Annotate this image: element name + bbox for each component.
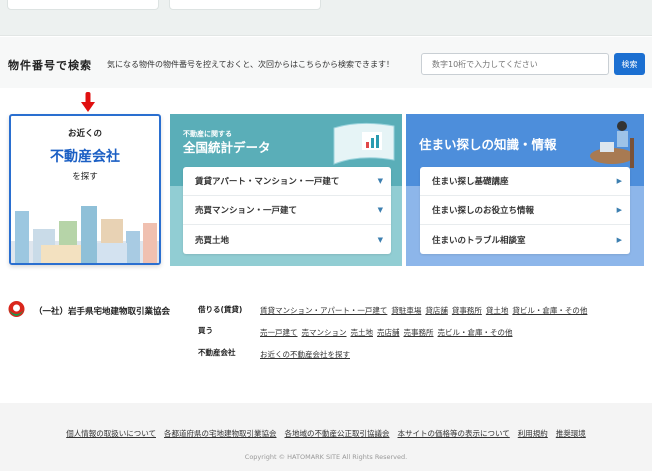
copyright: Copyright © HATOMARK SITE All Rights Res… (244, 453, 408, 461)
item-label: 売買土地 (195, 235, 230, 246)
stats-item-sale-land[interactable]: 売買土地 ▼ (183, 225, 391, 254)
knowledge-title: 住まい探しの知識・情報 (419, 137, 557, 152)
woman-at-desk-illustration (590, 121, 634, 168)
knowledge-list: 住まい探し基礎講座 ▶ 住まい探しのお役立ち情報 ▶ 住まいのトラブル相談室 ▶ (420, 167, 630, 254)
stats-item-sale-housing[interactable]: 売買マンション・一戸建て ▼ (183, 196, 391, 225)
link-buy-land[interactable]: 売土地 (351, 328, 374, 337)
link-rent-land[interactable]: 貸土地 (486, 306, 509, 315)
item-label: 住まい探し基礎講座 (432, 177, 509, 187)
chevron-right-icon: ▶ (616, 235, 622, 244)
link-environment[interactable]: 推奨環境 (556, 429, 586, 438)
footer-links: 個人情報の取扱いについて 各都道府県の宅地建物取引業協会 各地域の不動産公正取引協議… (0, 428, 652, 439)
footer-label-buy: 買う (198, 326, 213, 335)
link-terms[interactable]: 利用規約 (518, 429, 548, 438)
search-title: 物件番号で検索 (8, 59, 92, 72)
knowledge-item-tips[interactable]: 住まい探しのお役立ち情報 ▶ (420, 196, 630, 225)
link-associations[interactable]: 各都道府県の宅地建物取引業協会 (164, 429, 277, 438)
link-buy-house[interactable]: 売一戸建て (260, 328, 298, 337)
chevron-down-icon: ▼ (377, 177, 383, 185)
link-rent-other[interactable]: 貸ビル・倉庫・その他 (512, 306, 587, 315)
item-label: 住まい探しのお役立ち情報 (432, 206, 535, 216)
link-buy-office[interactable]: 売事務所 (404, 328, 434, 337)
search-button[interactable]: 検索 (614, 53, 645, 75)
item-label: 売買マンション・一戸建て (195, 206, 298, 216)
link-find-agency[interactable]: お近くの不動産会社を探す (260, 350, 350, 359)
find-nearby-agency-panel[interactable]: お近くの 不動産会社 を探す (9, 114, 161, 265)
card[interactable] (169, 0, 321, 10)
link-rent-store[interactable]: 貸店舗 (425, 306, 448, 315)
link-buy-other[interactable]: 売ビル・倉庫・その他 (438, 328, 513, 337)
top-area (0, 0, 652, 36)
stats-title: 全国統計データ (183, 140, 271, 155)
agency-links: お近くの不動産会社を探す (260, 349, 354, 360)
item-label: 住まいのトラブル相談室 (432, 235, 526, 246)
link-rent-housing[interactable]: 賃貸マンション・アパート・一戸建て (260, 306, 387, 315)
arrow-down-icon (81, 92, 95, 112)
link-rent-office[interactable]: 貸事務所 (452, 306, 482, 315)
property-number-input[interactable] (421, 53, 609, 75)
nearby-line2: 不動産会社 (50, 149, 120, 165)
link-price-display[interactable]: 本サイトの価格等の表示について (398, 429, 510, 438)
chevron-right-icon: ▶ (616, 177, 622, 185)
association-name: （一社）岩手県宅地建物取引業協会 (34, 307, 171, 317)
link-buy-mansion[interactable]: 売マンション (302, 328, 347, 337)
chevron-down-icon: ▼ (377, 235, 383, 244)
rent-links: 賃貸マンション・アパート・一戸建て 貸駐車場 貸店舗 貸事務所 貸土地 貸ビル・倉庫・その… (260, 305, 591, 316)
knowledge-item-basics[interactable]: 住まい探し基礎講座 ▶ (420, 167, 630, 196)
search-description: 気になる物件の物件番号を控えておくと、次回からはこちらから検索できます！ (107, 60, 395, 69)
card[interactable] (7, 0, 159, 10)
footer-label-rent: 借りる(賃貸) (198, 305, 243, 314)
chevron-right-icon: ▶ (616, 206, 622, 214)
nearby-line3: を探す (72, 172, 98, 182)
national-statistics-panel: 不動産に関する 全国統計データ 賃貸アパート・マンション・一戸建て ▼ 売買マンシ… (170, 114, 402, 266)
link-rent-parking[interactable]: 貸駐車場 (391, 306, 421, 315)
nearby-line1: お近くの (67, 129, 102, 139)
housing-knowledge-panel: 住まい探しの知識・情報 住まい探し基礎講座 ▶ 住まい探しのお役立ち情報 ▶ 住まい… (406, 114, 644, 266)
footer-label-agency: 不動産会社 (198, 348, 236, 357)
association-logo (8, 301, 25, 317)
link-buy-store[interactable]: 売店舗 (377, 328, 400, 337)
knowledge-item-trouble[interactable]: 住まいのトラブル相談室 ▶ (420, 225, 630, 254)
buy-links: 売一戸建て 売マンション 売土地 売店舗 売事務所 売ビル・倉庫・その他 (260, 327, 517, 338)
item-label: 賃貸アパート・マンション・一戸建て (195, 177, 340, 187)
city-buildings-illustration (11, 206, 159, 263)
link-privacy[interactable]: 個人情報の取扱いについて (66, 429, 156, 438)
stats-list: 賃貸アパート・マンション・一戸建て ▼ 売買マンション・一戸建て ▼ 売買土地 ▼ (183, 167, 391, 254)
stats-item-rental[interactable]: 賃貸アパート・マンション・一戸建て ▼ (183, 167, 391, 196)
chevron-down-icon: ▼ (377, 206, 383, 214)
link-fair-trade[interactable]: 各地域の不動産公正取引協議会 (285, 429, 390, 438)
